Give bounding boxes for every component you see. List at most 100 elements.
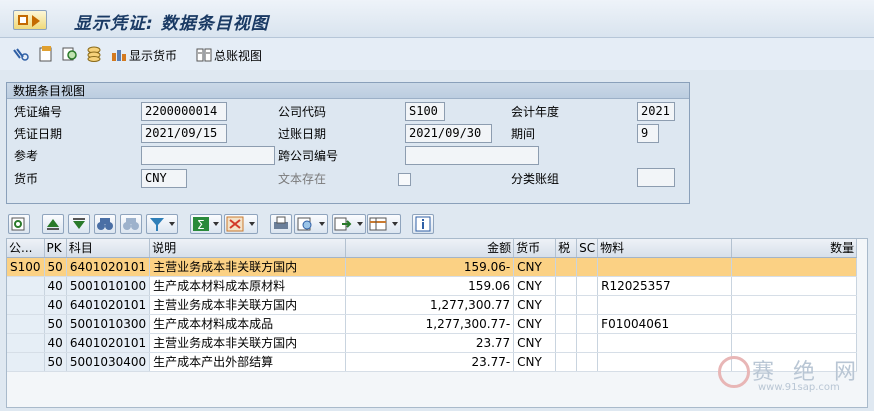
table-row[interactable]: 40 5001010100 生产成本材料成本原材料 159.06 CNY R12…	[7, 276, 858, 296]
cell-material[interactable]	[597, 333, 733, 353]
cell-tax[interactable]	[555, 314, 578, 334]
cell-description[interactable]: 生产成本产出外部结算	[149, 352, 347, 372]
cell-tax[interactable]	[555, 295, 578, 315]
cell-sc[interactable]	[576, 333, 599, 353]
currency-field[interactable]: CNY	[141, 169, 187, 188]
doc-date-field[interactable]: 2021/09/15	[141, 124, 227, 143]
cell-company[interactable]	[7, 352, 45, 372]
cell-sc[interactable]	[576, 352, 599, 372]
text-exists-checkbox[interactable]	[398, 173, 411, 186]
display-currency-button[interactable]: 显示货币	[111, 46, 177, 64]
search-document-icon[interactable]	[61, 46, 79, 62]
ledger-group-field[interactable]	[637, 168, 675, 187]
table-row[interactable]: S100 50 6401020101 主营业务成本非关联方国内 159.06- …	[7, 257, 858, 277]
cell-description[interactable]: 主营业务成本非关联方国内	[149, 257, 347, 277]
cell-currency[interactable]: CNY	[513, 276, 557, 296]
col-currency[interactable]: 货币	[513, 239, 557, 258]
fiscal-year-field[interactable]: 2021	[637, 102, 675, 121]
cell-company[interactable]: S100	[7, 257, 45, 277]
col-quantity[interactable]: 数量	[731, 239, 858, 258]
cell-pk[interactable]: 40	[44, 276, 67, 296]
cell-quantity[interactable]	[731, 257, 858, 277]
glasses-icon[interactable]	[12, 46, 30, 62]
cell-account[interactable]: 6401020101	[66, 257, 151, 277]
col-tax[interactable]: 税	[555, 239, 578, 258]
sum-button[interactable]: Σ	[190, 214, 222, 234]
cell-account[interactable]: 5001030400	[66, 352, 151, 372]
cell-currency[interactable]: CNY	[513, 295, 557, 315]
export-button[interactable]	[332, 214, 366, 234]
table-row[interactable]: 40 6401020101 主营业务成本非关联方国内 23.77 CNY	[7, 333, 858, 353]
cell-description[interactable]: 生产成本材料成本成品	[149, 314, 347, 334]
col-description[interactable]: 说明	[149, 239, 347, 258]
cell-tax[interactable]	[555, 333, 578, 353]
layout-button[interactable]	[367, 214, 401, 234]
print-button[interactable]	[270, 214, 292, 234]
cell-currency[interactable]: CNY	[513, 314, 557, 334]
cell-sc[interactable]	[576, 276, 599, 296]
cell-description[interactable]: 主营业务成本非关联方国内	[149, 333, 347, 353]
cell-account[interactable]: 5001010300	[66, 314, 151, 334]
find-next-button[interactable]	[120, 214, 142, 234]
cell-tax[interactable]	[555, 257, 578, 277]
cell-amount[interactable]: 159.06	[345, 276, 515, 296]
doc-number-field[interactable]: 2200000014	[141, 102, 227, 121]
cell-pk[interactable]: 50	[44, 352, 67, 372]
filter-button[interactable]	[146, 214, 178, 234]
sort-asc-button[interactable]	[42, 214, 64, 234]
cell-currency[interactable]: CNY	[513, 257, 557, 277]
col-account[interactable]: 科目	[66, 239, 151, 258]
details-button[interactable]	[8, 214, 30, 234]
cell-pk[interactable]: 50	[44, 257, 67, 277]
cell-sc[interactable]	[576, 295, 599, 315]
cell-amount[interactable]: 1,277,300.77	[345, 295, 515, 315]
cell-description[interactable]: 生产成本材料成本原材料	[149, 276, 347, 296]
posting-date-field[interactable]: 2021/09/30	[405, 124, 492, 143]
table-row[interactable]: 50 5001010300 生产成本材料成本成品 1,277,300.77- C…	[7, 314, 858, 334]
cell-tax[interactable]	[555, 352, 578, 372]
company-code-field[interactable]: S100	[405, 102, 445, 121]
col-company[interactable]: 公...	[7, 239, 45, 258]
info-button[interactable]	[412, 214, 434, 234]
cross-cc-field[interactable]	[405, 146, 539, 165]
cell-amount[interactable]: 23.77	[345, 333, 515, 353]
views-button[interactable]	[294, 214, 328, 234]
gl-view-button[interactable]: 总账视图	[196, 46, 262, 64]
cell-tax[interactable]	[555, 276, 578, 296]
col-pk[interactable]: PK	[44, 239, 67, 258]
reference-field[interactable]	[141, 146, 275, 165]
find-button[interactable]	[94, 214, 116, 234]
cell-company[interactable]	[7, 314, 45, 334]
cell-currency[interactable]: CNY	[513, 352, 557, 372]
cell-material[interactable]: R12025357	[597, 276, 733, 296]
col-amount[interactable]: 金额	[345, 239, 515, 258]
cell-pk[interactable]: 40	[44, 333, 67, 353]
col-material[interactable]: 物料	[597, 239, 733, 258]
cell-pk[interactable]: 40	[44, 295, 67, 315]
cell-material[interactable]	[597, 295, 733, 315]
cell-amount[interactable]: 23.77-	[345, 352, 515, 372]
subtotal-button[interactable]	[224, 214, 258, 234]
period-field[interactable]: 9	[637, 124, 659, 143]
cell-description[interactable]: 主营业务成本非关联方国内	[149, 295, 347, 315]
cell-currency[interactable]: CNY	[513, 333, 557, 353]
col-sc[interactable]: SC	[576, 239, 599, 258]
cell-account[interactable]: 6401020101	[66, 333, 151, 353]
cell-company[interactable]	[7, 333, 45, 353]
stack-icon[interactable]	[85, 46, 103, 62]
sort-desc-button[interactable]	[68, 214, 90, 234]
cell-quantity[interactable]	[731, 333, 858, 353]
table-row[interactable]: 40 6401020101 主营业务成本非关联方国内 1,277,300.77 …	[7, 295, 858, 315]
cell-company[interactable]	[7, 276, 45, 296]
menu-toggle-button[interactable]	[13, 10, 47, 30]
cell-quantity[interactable]	[731, 314, 858, 334]
cell-account[interactable]: 6401020101	[66, 295, 151, 315]
cell-quantity[interactable]	[731, 295, 858, 315]
cell-amount[interactable]: 159.06-	[345, 257, 515, 277]
cell-sc[interactable]	[576, 314, 599, 334]
cell-amount[interactable]: 1,277,300.77-	[345, 314, 515, 334]
cell-account[interactable]: 5001010100	[66, 276, 151, 296]
cell-pk[interactable]: 50	[44, 314, 67, 334]
cell-sc[interactable]	[576, 257, 599, 277]
cell-material[interactable]: F01004061	[597, 314, 733, 334]
